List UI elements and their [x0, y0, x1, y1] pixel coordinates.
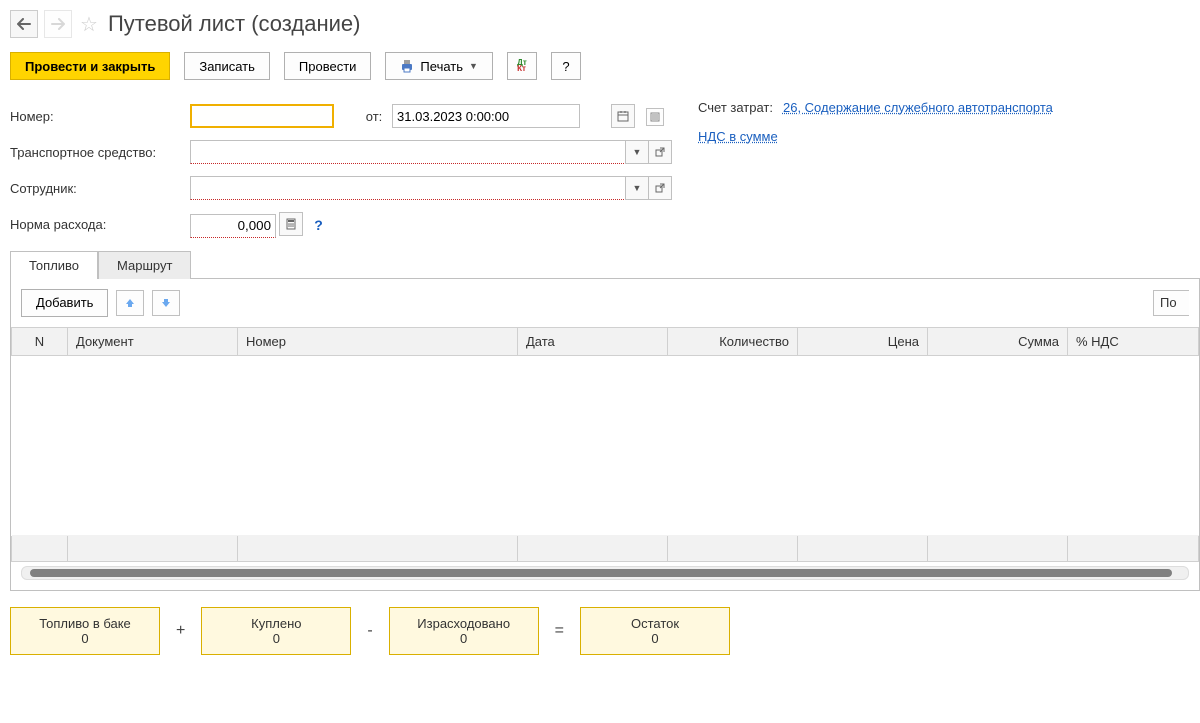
cost-account-link[interactable]: 26, Содержание служебного автотранспорта [783, 100, 1053, 115]
nav-back-button[interactable] [10, 10, 38, 38]
printer-icon [400, 59, 414, 73]
table-empty-row[interactable] [12, 355, 1199, 535]
dropdown-caret-icon: ▼ [469, 61, 478, 71]
summary-remain-label: Остаток [599, 616, 711, 631]
summary-bought: Куплено 0 [201, 607, 351, 655]
rate-label: Норма расхода: [10, 206, 190, 244]
summary-spent: Израсходовано 0 [389, 607, 539, 655]
calendar-icon [617, 110, 629, 122]
vehicle-label: Транспортное средство: [10, 134, 190, 170]
col-sum[interactable]: Сумма [928, 327, 1068, 355]
save-button[interactable]: Записать [184, 52, 270, 80]
move-row-up-button[interactable] [116, 290, 144, 316]
print-button[interactable]: Печать ▼ [385, 52, 493, 80]
from-label: от: [360, 98, 392, 134]
posting-entries-button[interactable]: ДᴛКᴛ [507, 52, 537, 80]
col-number[interactable]: Номер [238, 327, 518, 355]
add-row-button[interactable]: Добавить [21, 289, 108, 317]
form-fields: Номер: от: Транспортное средство: ▼ [10, 98, 678, 244]
employee-label: Сотрудник: [10, 170, 190, 206]
summary-tank: Топливо в баке 0 [10, 607, 160, 655]
dtkt-icon: ДᴛКᴛ [517, 60, 527, 72]
summary-remain-value: 0 [599, 631, 711, 646]
table-search-button[interactable]: По [1153, 290, 1189, 316]
chevron-down-icon: ▼ [633, 147, 642, 157]
summary-spent-label: Израсходовано [408, 616, 520, 631]
right-side-panel: Счет затрат: 26, Содержание служебного а… [698, 100, 1053, 158]
rate-help-icon[interactable]: ? [314, 217, 323, 233]
number-input[interactable] [190, 104, 334, 128]
summary-bought-value: 0 [220, 631, 332, 646]
external-icon [655, 147, 665, 157]
col-qty[interactable]: Количество [668, 327, 798, 355]
external-icon [655, 183, 665, 193]
page-title: Путевой лист (создание) [108, 11, 361, 37]
help-button[interactable]: ? [551, 52, 581, 80]
col-n[interactable]: N [12, 327, 68, 355]
tab-fuel[interactable]: Топливо [10, 251, 98, 279]
tab-fuel-body: Добавить По N Документ Номер Дата Количе… [10, 279, 1200, 591]
date-input[interactable] [392, 104, 580, 128]
equals-icon: = [555, 622, 564, 640]
submit-button[interactable]: Провести [284, 52, 372, 80]
summary-spent-value: 0 [408, 631, 520, 646]
fuel-table-toolbar: Добавить По [11, 289, 1199, 327]
fuel-summary-row: Топливо в баке 0 + Куплено 0 - Израсходо… [10, 607, 1200, 655]
col-price[interactable]: Цена [798, 327, 928, 355]
date-picker-button[interactable] [611, 104, 635, 128]
col-date[interactable]: Дата [518, 327, 668, 355]
summary-remain: Остаток 0 [580, 607, 730, 655]
open-document-list-button[interactable] [646, 108, 664, 126]
col-vat[interactable]: % НДС [1068, 327, 1199, 355]
list-icon [650, 112, 660, 122]
tab-route[interactable]: Маршрут [98, 251, 191, 279]
vehicle-open-button[interactable] [648, 140, 672, 164]
fuel-table: N Документ Номер Дата Количество Цена Су… [11, 327, 1199, 562]
summary-tank-label: Топливо в баке [29, 616, 141, 631]
rate-input[interactable] [190, 214, 276, 238]
employee-open-button[interactable] [648, 176, 672, 200]
horizontal-scrollbar[interactable] [21, 566, 1189, 580]
employee-lookup-input[interactable] [190, 176, 626, 200]
col-document[interactable]: Документ [68, 327, 238, 355]
print-button-label: Печать [420, 59, 463, 74]
tabs: Топливо Маршрут [10, 250, 1200, 279]
summary-tank-value: 0 [29, 631, 141, 646]
calculator-icon [286, 218, 296, 230]
employee-dropdown-button[interactable]: ▼ [625, 176, 649, 200]
vat-mode-link[interactable]: НДС в сумме [698, 129, 778, 144]
vehicle-lookup-input[interactable] [190, 140, 626, 164]
minus-icon: - [367, 622, 372, 640]
vehicle-dropdown-button[interactable]: ▼ [625, 140, 649, 164]
chevron-down-icon: ▼ [633, 183, 642, 193]
nav-forward-button[interactable] [44, 10, 72, 38]
plus-icon: + [176, 622, 185, 640]
rate-calculator-button[interactable] [279, 212, 303, 236]
summary-bought-label: Куплено [220, 616, 332, 631]
number-label: Номер: [10, 98, 190, 134]
submit-and-close-button[interactable]: Провести и закрыть [10, 52, 170, 80]
arrow-down-icon [160, 297, 172, 309]
move-row-down-button[interactable] [152, 290, 180, 316]
main-toolbar: Провести и закрыть Записать Провести Печ… [10, 52, 1200, 80]
favorite-star-icon[interactable]: ☆ [80, 12, 98, 37]
cost-account-label: Счет затрат: [698, 100, 773, 115]
table-footer-row [12, 535, 1199, 561]
arrow-up-icon [124, 297, 136, 309]
